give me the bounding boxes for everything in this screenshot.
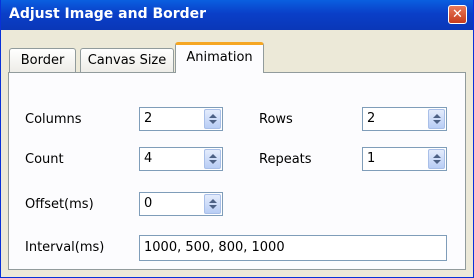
- animation-panel: Columns 2 Rows 2 Count 4 Repeats 1 Offse…: [8, 72, 466, 270]
- adjust-image-dialog: Adjust Image and Border ✕ Border Canvas …: [0, 0, 474, 278]
- tab-canvas-size[interactable]: Canvas Size: [80, 48, 174, 74]
- tab-animation[interactable]: Animation: [175, 42, 264, 73]
- rows-value: 2: [367, 111, 376, 126]
- rows-spin-buttons[interactable]: [428, 109, 445, 129]
- close-icon: ✕: [452, 7, 463, 22]
- columns-spinner[interactable]: 2: [139, 107, 223, 131]
- columns-spin-buttons[interactable]: [204, 109, 221, 129]
- offset-value: 0: [144, 196, 153, 211]
- offset-spinner[interactable]: 0: [139, 192, 223, 216]
- window-title: Adjust Image and Border: [9, 6, 207, 22]
- count-value: 4: [144, 151, 153, 166]
- repeats-label: Repeats: [259, 152, 312, 167]
- repeats-spin-buttons[interactable]: [428, 149, 445, 169]
- columns-label: Columns: [25, 112, 82, 127]
- count-spin-buttons[interactable]: [204, 149, 221, 169]
- interval-value: 1000, 500, 800, 1000: [144, 240, 285, 255]
- count-label: Count: [25, 152, 64, 167]
- tab-border[interactable]: Border: [9, 48, 76, 74]
- spin-arrows-icon: [209, 154, 217, 164]
- columns-value: 2: [144, 111, 153, 126]
- close-button[interactable]: ✕: [448, 5, 467, 24]
- title-bar[interactable]: Adjust Image and Border ✕: [1, 0, 473, 30]
- rows-label: Rows: [259, 112, 293, 127]
- repeats-spinner[interactable]: 1: [362, 147, 447, 171]
- offset-spin-buttons[interactable]: [204, 194, 221, 214]
- spin-arrows-icon: [433, 114, 441, 124]
- repeats-value: 1: [367, 151, 376, 166]
- spin-arrows-icon: [433, 154, 441, 164]
- rows-spinner[interactable]: 2: [362, 107, 447, 131]
- count-spinner[interactable]: 4: [139, 147, 223, 171]
- spin-arrows-icon: [209, 114, 217, 124]
- interval-label: Interval(ms): [25, 240, 105, 255]
- interval-input[interactable]: 1000, 500, 800, 1000: [139, 235, 447, 261]
- offset-label: Offset(ms): [25, 197, 94, 212]
- spin-arrows-icon: [209, 199, 217, 209]
